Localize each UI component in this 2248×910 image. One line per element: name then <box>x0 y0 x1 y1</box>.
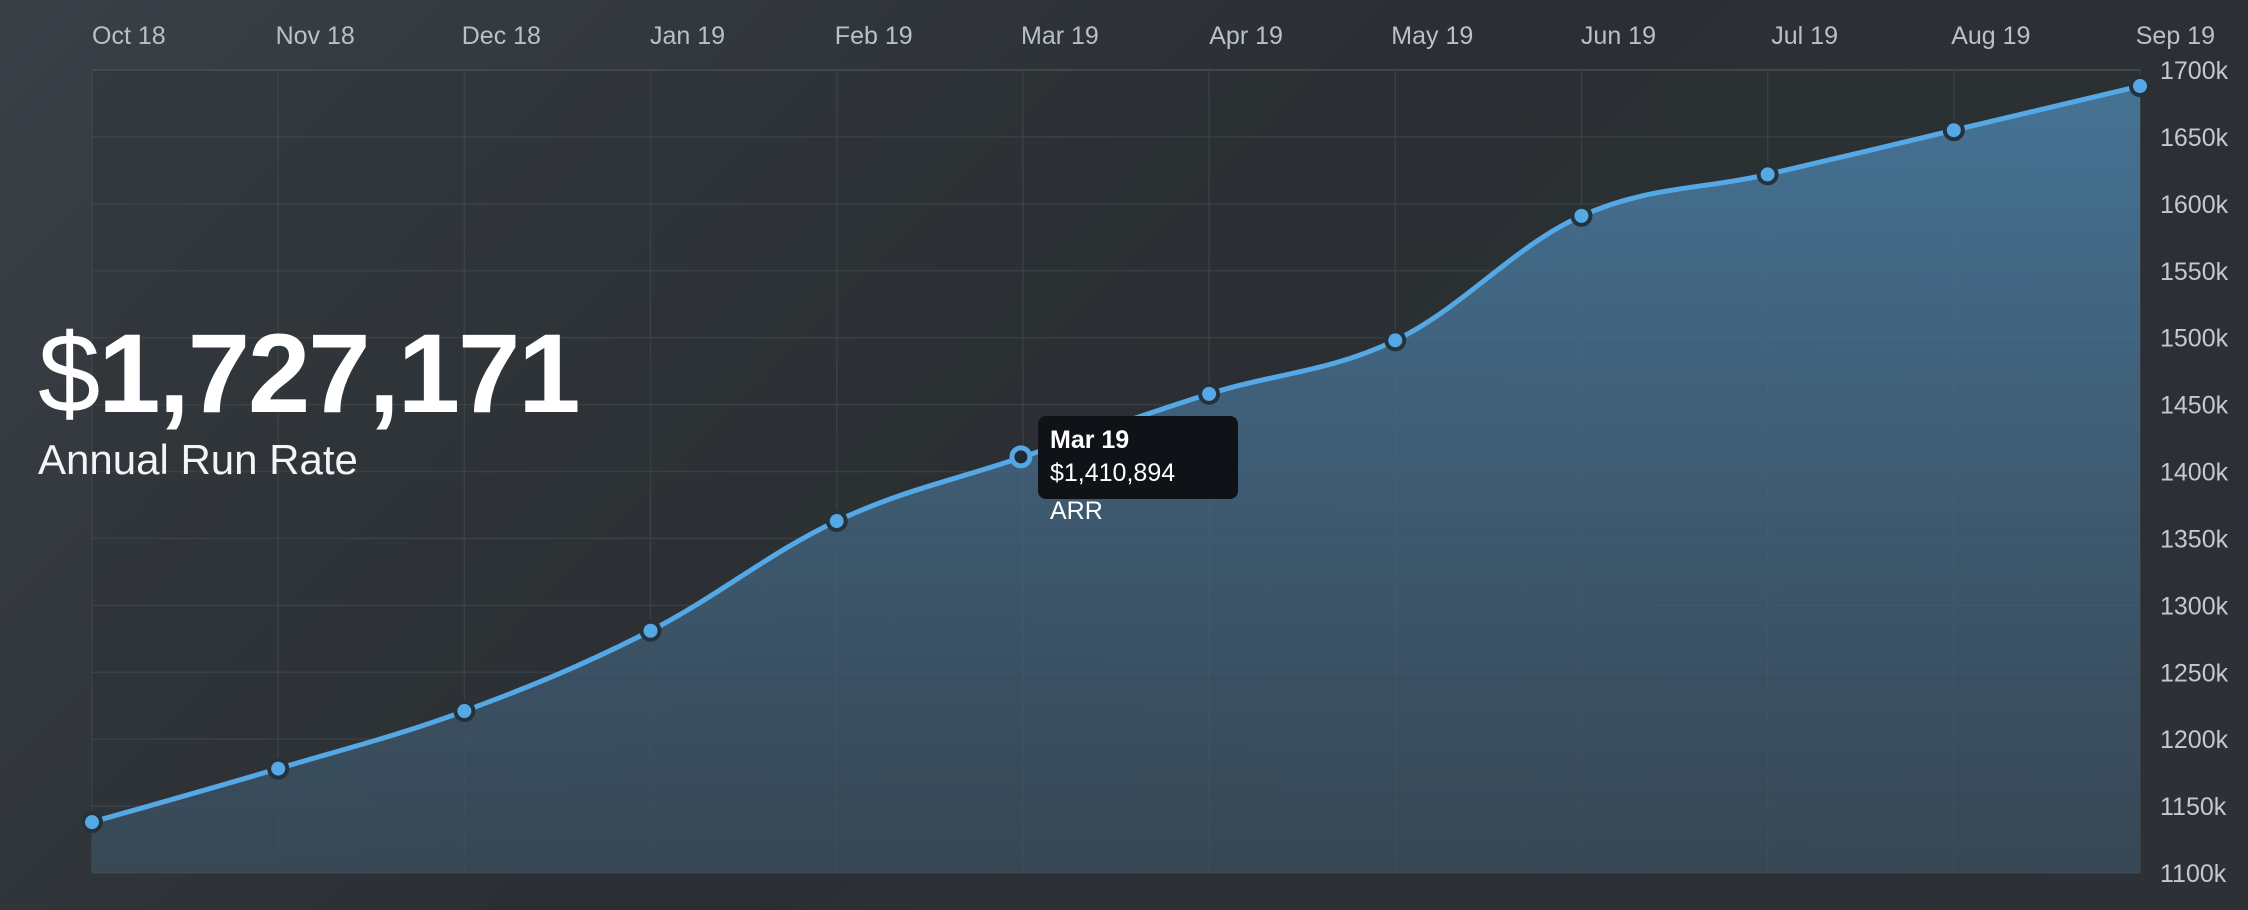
tooltip-title: Mar 19 <box>1050 426 1130 454</box>
y-tick-label: 1250k <box>2160 659 2229 687</box>
x-tick-label: Oct 18 <box>92 22 166 50</box>
data-point <box>1384 329 1407 352</box>
data-point <box>2129 75 2151 98</box>
y-tick-label: 1200k <box>2160 726 2229 754</box>
x-tick-label: Jul 19 <box>1771 22 1838 50</box>
y-tick-label: 1300k <box>2160 592 2229 620</box>
data-point <box>825 510 848 533</box>
kpi-amount: 1,727,171 <box>98 311 580 436</box>
x-tick-label: Feb 19 <box>835 22 913 50</box>
data-point-highlighted <box>1009 445 1033 469</box>
kpi-label: Annual Run Rate <box>38 436 358 483</box>
x-axis-ticks: Oct 18 Nov 18 Dec 18 Jan 19 Feb 19 Mar 19 Apr … <box>92 22 2215 50</box>
tooltip-value: $1,410,894 ARR <box>1050 459 1176 525</box>
data-point <box>639 619 662 642</box>
data-point <box>1942 119 1965 142</box>
x-tick-label: Sep 19 <box>2136 22 2215 50</box>
x-tick-label: Dec 18 <box>462 22 541 50</box>
kpi-value: $1,727,171 <box>38 318 581 430</box>
x-tick-label: Nov 18 <box>276 22 355 50</box>
kpi-block: $1,727,171 Annual Run Rate <box>38 318 581 484</box>
x-tick-label: Jan 19 <box>650 22 725 50</box>
y-tick-label: 1450k <box>2160 392 2229 420</box>
data-point <box>267 757 290 780</box>
data-point <box>81 811 103 834</box>
data-point <box>1570 204 1593 227</box>
y-axis-ticks: 1100k 1150k 1200k 1250k 1300k 1350k 1400k 1450k… <box>2160 57 2229 888</box>
y-tick-label: 1150k <box>2160 793 2227 821</box>
data-point <box>1756 163 1779 186</box>
x-tick-label: Apr 19 <box>1209 22 1283 50</box>
kpi-currency: $ <box>38 311 100 436</box>
y-tick-label: 1350k <box>2160 525 2229 553</box>
x-tick-label: Aug 19 <box>1951 22 2030 50</box>
y-tick-label: 1700k <box>2160 57 2229 85</box>
data-point <box>453 700 476 723</box>
x-tick-label: May 19 <box>1391 22 1473 50</box>
data-point <box>1198 382 1221 405</box>
y-tick-label: 1400k <box>2160 459 2229 487</box>
x-tick-label: Mar 19 <box>1021 22 1099 50</box>
y-tick-label: 1600k <box>2160 191 2229 219</box>
y-tick-label: 1650k <box>2160 124 2229 152</box>
y-tick-label: 1100k <box>2160 860 2227 888</box>
x-tick-label: Jun 19 <box>1581 22 1656 50</box>
y-tick-label: 1550k <box>2160 258 2229 286</box>
chart-tooltip: Mar 19 $1,410,894 ARR <box>1038 416 1238 525</box>
y-tick-label: 1500k <box>2160 325 2229 353</box>
